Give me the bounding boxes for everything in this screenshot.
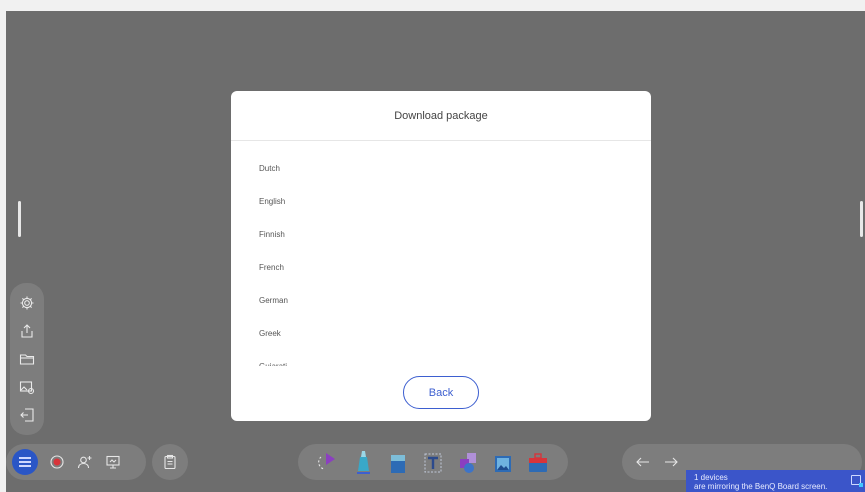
bottom-left-group — [6, 444, 146, 480]
cast-icon — [851, 475, 863, 487]
back-button[interactable]: Back — [403, 376, 479, 409]
left-drawer-handle[interactable] — [18, 201, 21, 237]
select-icon[interactable] — [317, 449, 339, 475]
toolbox-icon[interactable] — [527, 449, 549, 475]
text-icon[interactable] — [422, 449, 444, 475]
add-user-icon[interactable] — [76, 453, 94, 471]
folder-icon[interactable] — [18, 350, 36, 368]
mirroring-message: are mirroring the BenQ Board screen. — [694, 482, 828, 491]
shape-icon[interactable] — [457, 449, 479, 475]
share-icon[interactable] — [18, 322, 36, 340]
record-icon[interactable] — [48, 453, 66, 471]
save-image-icon[interactable] — [18, 378, 36, 396]
mirroring-count: 1 devices — [694, 473, 728, 482]
undo-icon[interactable] — [634, 453, 652, 471]
mirroring-notification[interactable]: 1 devices are mirroring the BenQ Board s… — [686, 470, 865, 492]
clipboard-group — [152, 444, 188, 480]
tools-group — [298, 444, 568, 480]
list-item[interactable]: German — [231, 286, 651, 319]
clipboard-icon[interactable] — [161, 453, 179, 471]
pen-icon[interactable] — [352, 449, 374, 475]
exit-icon[interactable] — [18, 406, 36, 424]
image-icon[interactable] — [492, 449, 514, 475]
list-item[interactable]: English — [231, 187, 651, 220]
left-toolbar — [10, 283, 44, 435]
settings-icon[interactable] — [18, 294, 36, 312]
download-package-dialog: Download package Dutch English Finnish F… — [231, 91, 651, 421]
right-drawer-handle[interactable] — [860, 201, 863, 237]
dialog-title: Download package — [231, 91, 651, 141]
list-item[interactable]: French — [231, 253, 651, 286]
list-item[interactable]: Gujarati — [231, 352, 651, 366]
redo-icon[interactable] — [662, 453, 680, 471]
present-icon[interactable] — [104, 453, 122, 471]
menu-icon[interactable] — [12, 449, 38, 475]
list-item[interactable]: Dutch — [231, 154, 651, 187]
list-item[interactable]: Finnish — [231, 220, 651, 253]
list-item[interactable]: Greek — [231, 319, 651, 352]
eraser-icon[interactable] — [387, 449, 409, 475]
language-list[interactable]: Dutch English Finnish French German Gree… — [231, 154, 651, 366]
